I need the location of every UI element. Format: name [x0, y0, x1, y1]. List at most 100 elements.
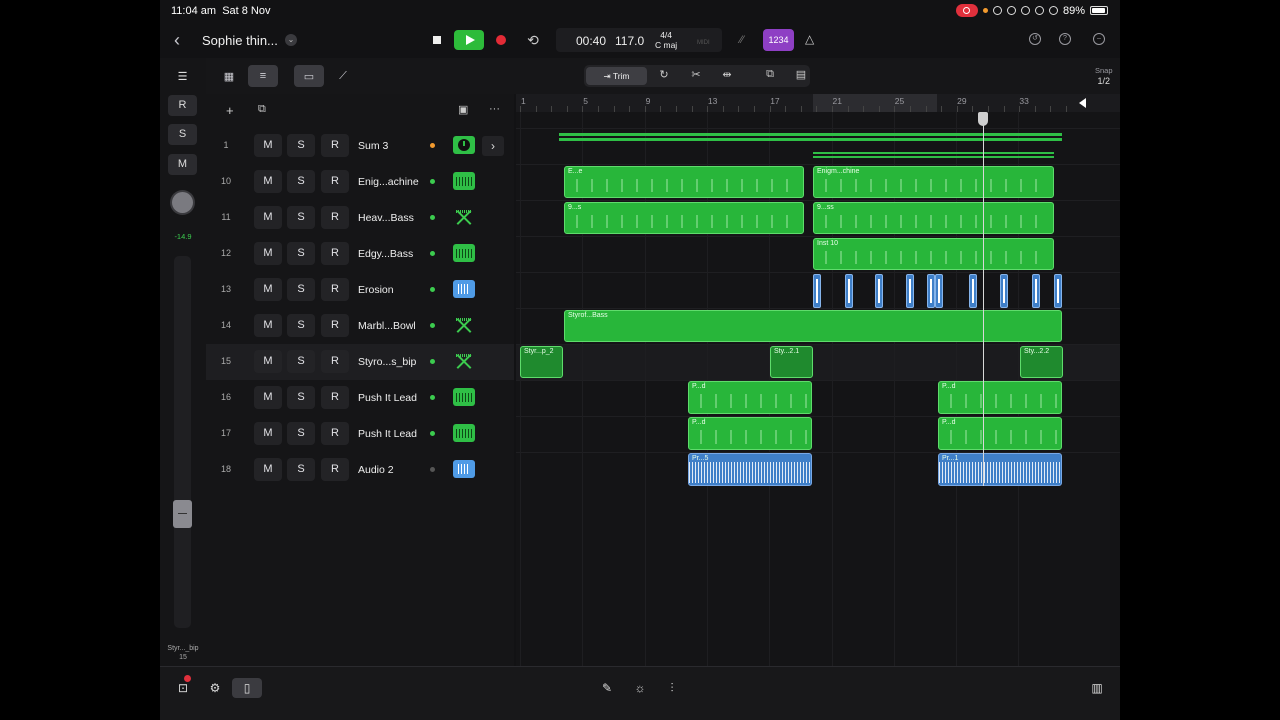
record-enable-button[interactable]: R — [321, 458, 349, 481]
inspector-solo-button[interactable]: S — [168, 124, 197, 145]
track-name[interactable]: Styro...s_bip — [358, 356, 416, 368]
audio-slice-region[interactable] — [969, 274, 977, 308]
split-icon[interactable]: ⇹ — [717, 68, 737, 81]
record-enable-button[interactable]: R — [321, 134, 349, 157]
record-enable-button[interactable]: R — [321, 278, 349, 301]
mixer-icon[interactable]: ⫶ — [657, 678, 687, 698]
record-enable-button[interactable]: R — [321, 314, 349, 337]
solo-button[interactable]: S — [287, 314, 315, 337]
track-menu-icon[interactable]: ··· — [489, 103, 500, 115]
sum-region-strip[interactable] — [813, 152, 1054, 154]
track-row[interactable]: 11 M S R Heav...Bass — [206, 200, 514, 236]
metronome-icon[interactable]: △ — [805, 32, 814, 46]
track-row[interactable]: 1 M S R Sum 3 › — [206, 128, 514, 164]
settings-menu-icon[interactable]: – — [1093, 33, 1105, 45]
audio-slice-region[interactable] — [1000, 274, 1008, 308]
track-name[interactable]: Sum 3 — [358, 140, 388, 152]
sampler-region[interactable]: Styr...p_2 — [520, 346, 563, 378]
x-synth-icon[interactable] — [453, 352, 475, 370]
solo-button[interactable]: S — [287, 386, 315, 409]
pan-knob[interactable] — [170, 190, 195, 215]
solo-button[interactable]: S — [287, 422, 315, 445]
region-view-icon[interactable]: ▭ — [294, 65, 324, 87]
mute-button[interactable]: M — [254, 458, 282, 481]
track-name[interactable]: Edgy...Bass — [358, 248, 413, 260]
inspector-mute-button[interactable]: M — [168, 154, 197, 175]
midi-region[interactable]: Styrof...Bass — [564, 310, 1062, 342]
ruler[interactable]: 1 5 9 13 17 21 25 29 33 — [516, 94, 1120, 112]
mute-button[interactable]: M — [254, 242, 282, 265]
midi-region[interactable]: P...d — [938, 417, 1062, 450]
smart-controls-toggle-icon[interactable]: ⚙ — [200, 678, 230, 698]
track-name[interactable]: Audio 2 — [358, 464, 394, 476]
audio-slice-region[interactable] — [935, 274, 943, 308]
solo-button[interactable]: S — [287, 170, 315, 193]
play-button[interactable] — [454, 30, 484, 50]
sum-region-strip[interactable] — [813, 156, 1054, 158]
stop-button[interactable] — [422, 30, 452, 50]
midi-region[interactable]: E...e — [564, 166, 804, 198]
snap-control[interactable]: Snap 1/2 — [1095, 66, 1113, 86]
track-name[interactable]: Push It Lead — [358, 392, 417, 404]
track-row[interactable]: 14 M S R Marbl...Bowl — [206, 308, 514, 344]
inspector-settings-icon[interactable]: ☰ — [168, 67, 197, 88]
solo-button[interactable]: S — [287, 134, 315, 157]
undo-history-icon[interactable]: ↺ — [1029, 33, 1041, 45]
record-enable-button[interactable]: R — [321, 206, 349, 229]
inspector-record-button[interactable]: R — [168, 95, 197, 116]
paste-icon[interactable]: ▤ — [791, 68, 811, 81]
mute-button[interactable]: M — [254, 206, 282, 229]
pencil-icon[interactable]: ✎ — [592, 678, 622, 698]
mute-button[interactable]: M — [254, 314, 282, 337]
x-synth-icon[interactable] — [453, 208, 475, 226]
project-end-marker[interactable] — [1079, 98, 1086, 108]
playhead-line[interactable] — [983, 112, 984, 486]
editor-toggle-icon[interactable]: ▯ — [232, 678, 262, 698]
sampler-region[interactable]: Sty...2.2 — [1020, 346, 1063, 378]
track-name[interactable]: Enig...achine — [358, 176, 419, 188]
lcd-display[interactable]: 00:40 117.0 4/4 C maj MIDI — [556, 28, 722, 52]
synth-icon[interactable] — [453, 388, 475, 406]
x-synth-icon[interactable] — [453, 316, 475, 334]
mute-button[interactable]: M — [254, 278, 282, 301]
audio-region[interactable]: Pr...1 — [938, 453, 1062, 486]
audio-region[interactable]: Pr...5 — [688, 453, 812, 486]
audio-slice-region[interactable] — [813, 274, 821, 308]
summing-stack-icon[interactable] — [453, 136, 475, 154]
count-in-button[interactable]: 1234 — [763, 29, 794, 51]
track-options-icon[interactable]: ▣ — [458, 103, 468, 116]
track-row[interactable]: 16 M S R Push It Lead — [206, 380, 514, 416]
midi-region[interactable]: Inst 10 — [813, 238, 1054, 270]
solo-button[interactable]: S — [287, 206, 315, 229]
track-name[interactable]: Push It Lead — [358, 428, 417, 440]
track-row[interactable]: 18 M S R Audio 2 — [206, 452, 514, 488]
library-icon[interactable]: ⊡ — [168, 678, 198, 698]
record-enable-button[interactable]: R — [321, 350, 349, 373]
track-row[interactable]: 12 M S R Edgy...Bass — [206, 236, 514, 272]
volume-fader-handle[interactable] — [173, 500, 192, 528]
cycle-button[interactable]: ⟲ — [518, 30, 548, 50]
mute-button[interactable]: M — [254, 422, 282, 445]
solo-button[interactable]: S — [287, 242, 315, 265]
audio-slice-region[interactable] — [1054, 274, 1062, 308]
duplicate-track-icon[interactable]: ⧉ — [258, 103, 266, 116]
synth-icon[interactable] — [453, 172, 475, 190]
smart-controls-icon[interactable]: ☼ — [625, 678, 655, 698]
automation-icon[interactable]: ⟋ — [328, 65, 358, 87]
project-title[interactable]: Sophie thin... — [202, 33, 278, 48]
midi-region[interactable]: 9...s — [564, 202, 804, 234]
track-name[interactable]: Heav...Bass — [358, 212, 414, 224]
solo-button[interactable]: S — [287, 458, 315, 481]
track-name[interactable]: Marbl...Bowl — [358, 320, 416, 332]
audio-slice-region[interactable] — [875, 274, 883, 308]
sum-region-strip[interactable] — [559, 133, 1062, 136]
loop-tool-icon[interactable]: ↻ — [654, 68, 674, 81]
audio-slice-region[interactable] — [906, 274, 914, 308]
playhead-handle[interactable] — [978, 112, 988, 126]
audio-waveform-icon[interactable] — [453, 460, 475, 478]
record-button[interactable] — [486, 30, 516, 50]
project-menu-chevron-icon[interactable]: ⌄ — [285, 34, 297, 46]
mute-button[interactable]: M — [254, 170, 282, 193]
midi-region[interactable]: Enigm...chine — [813, 166, 1054, 198]
add-track-icon[interactable]: + — [226, 103, 234, 118]
